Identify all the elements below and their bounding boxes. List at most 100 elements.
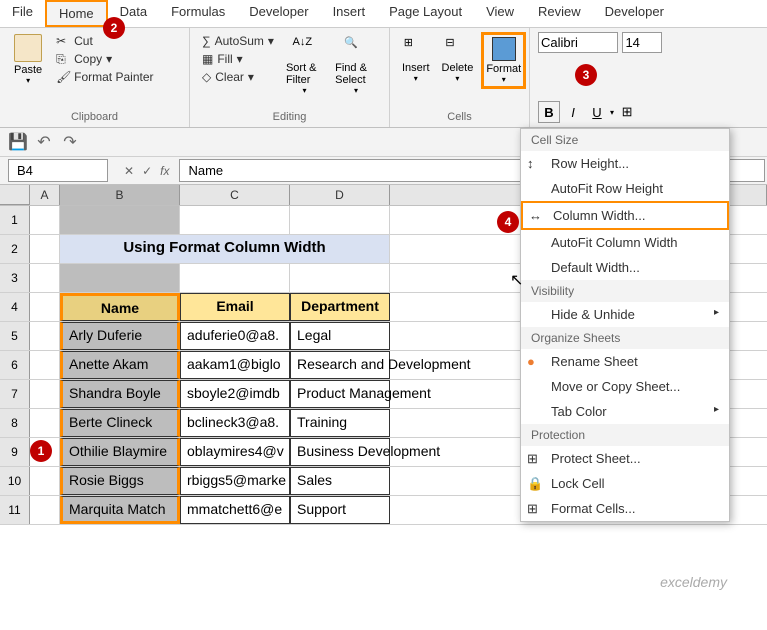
row-header[interactable]: 5 (0, 322, 30, 350)
menu-column-width[interactable]: ↔Column Width... (521, 201, 729, 230)
fx-button[interactable]: fx (160, 164, 169, 178)
table-cell[interactable]: Rosie Biggs (60, 467, 180, 495)
shield-icon: ⊞ (527, 451, 543, 467)
tab-developer-2[interactable]: Developer (593, 0, 676, 27)
find-select-button[interactable]: 🔍 Find & Select▾ (331, 32, 381, 99)
title-cell[interactable]: Using Format Column Width (60, 235, 390, 263)
format-painter-button[interactable]: 🖌Format Painter (52, 68, 157, 86)
tab-review[interactable]: Review (526, 0, 593, 27)
table-cell[interactable]: Anette Akam (60, 351, 180, 379)
fill-button[interactable]: ▦ Fill ▾ (198, 50, 278, 68)
table-cell[interactable]: rbiggs5@marke (180, 467, 290, 495)
ribbon: Paste ▾ ✂Cut ⎘Copy ▾ 🖌Format Painter Cli… (0, 28, 767, 128)
menu-rename-sheet[interactable]: ●Rename Sheet (521, 349, 729, 374)
table-cell[interactable]: Research and Development (290, 351, 390, 379)
table-header[interactable]: Name (60, 293, 180, 321)
border-button[interactable]: ⊞ (616, 101, 638, 123)
table-cell[interactable]: Shandra Boyle (60, 380, 180, 408)
font-name-select[interactable] (538, 32, 618, 53)
clear-button[interactable]: ◇ Clear ▾ (198, 68, 278, 86)
callout-badge-2: 2 (103, 17, 125, 39)
save-button[interactable]: 💾 (8, 132, 28, 152)
table-cell[interactable]: sboyle2@imdb (180, 380, 290, 408)
sort-filter-button[interactable]: A↓Z Sort & Filter▾ (282, 32, 327, 99)
menu-tab-color[interactable]: Tab Color▸ (521, 399, 729, 424)
font-size-select[interactable] (622, 32, 662, 53)
table-cell[interactable]: oblaymires4@v (180, 438, 290, 466)
tab-file[interactable]: File (0, 0, 45, 27)
table-cell[interactable]: Sales (290, 467, 390, 495)
format-cells-button[interactable]: Format▾ (481, 32, 526, 89)
col-header-b[interactable]: B (60, 185, 180, 205)
enter-fx[interactable]: ✓ (142, 164, 152, 178)
row-header[interactable]: 7 (0, 380, 30, 408)
table-cell[interactable]: Marquita Match (60, 496, 180, 524)
menu-default-width[interactable]: Default Width... (521, 255, 729, 280)
autosum-button[interactable]: ∑ AutoSum ▾ (198, 32, 278, 50)
row-header[interactable]: 8 (0, 409, 30, 437)
menu-move-copy[interactable]: Move or Copy Sheet... (521, 374, 729, 399)
menu-protect-sheet[interactable]: ⊞Protect Sheet... (521, 446, 729, 471)
table-cell[interactable]: mmatchett6@e (180, 496, 290, 524)
row-header[interactable]: 10 (0, 467, 30, 495)
paste-button[interactable]: Paste ▾ (8, 32, 48, 87)
delete-cells-button[interactable]: ⊟Delete▾ (438, 32, 478, 89)
table-cell[interactable]: Support (290, 496, 390, 524)
menu-hide-unhide[interactable]: Hide & Unhide▸ (521, 302, 729, 327)
tab-home[interactable]: Home (45, 0, 108, 27)
menu-lock-cell[interactable]: 🔒Lock Cell (521, 471, 729, 496)
table-cell[interactable]: aakam1@biglo (180, 351, 290, 379)
clipboard-label: Clipboard (8, 111, 181, 123)
callout-badge-3: 3 (575, 64, 597, 86)
table-cell[interactable]: Training (290, 409, 390, 437)
row-header[interactable]: 1 (0, 206, 30, 234)
row-height-icon: ↕ (527, 156, 543, 172)
insert-cells-button[interactable]: ⊞Insert▾ (398, 32, 434, 89)
table-cell[interactable]: aduferie0@a8. (180, 322, 290, 350)
sigma-icon: ∑ (202, 34, 211, 48)
undo-button[interactable]: ↶ (34, 132, 54, 152)
table-cell[interactable]: Legal (290, 322, 390, 350)
menu-autofit-row[interactable]: AutoFit Row Height (521, 176, 729, 201)
tab-page-layout[interactable]: Page Layout (377, 0, 474, 27)
row-header[interactable]: 11 (0, 496, 30, 524)
menu-autofit-col[interactable]: AutoFit Column Width (521, 230, 729, 255)
tab-insert[interactable]: Insert (321, 0, 378, 27)
select-all-corner[interactable] (0, 185, 30, 205)
col-header-d[interactable]: D (290, 185, 390, 205)
tab-developer[interactable]: Developer (237, 0, 320, 27)
row-header[interactable]: 4 (0, 293, 30, 321)
redo-button[interactable]: ↷ (60, 132, 80, 152)
table-header[interactable]: Department (290, 293, 390, 321)
table-cell[interactable]: bclineck3@a8. (180, 409, 290, 437)
row-header[interactable]: 9 (0, 438, 30, 466)
col-header-a[interactable]: A (30, 185, 60, 205)
insert-icon: ⊞ (404, 36, 428, 60)
table-cell[interactable]: Product Management (290, 380, 390, 408)
find-icon: 🔍 (344, 36, 368, 60)
table-header[interactable]: Email (180, 293, 290, 321)
table-cell[interactable]: Business Development (290, 438, 390, 466)
table-cell[interactable]: Othilie Blaymire (60, 438, 180, 466)
tab-view[interactable]: View (474, 0, 526, 27)
table-cell[interactable]: Berte Clineck (60, 409, 180, 437)
dot-icon: ● (527, 354, 543, 370)
sort-icon: A↓Z (293, 36, 317, 60)
cancel-fx[interactable]: ✕ (124, 164, 134, 178)
menu-section-visibility: Visibility (521, 280, 729, 302)
row-header[interactable]: 3 (0, 264, 30, 292)
col-header-c[interactable]: C (180, 185, 290, 205)
menu-section-cellsize: Cell Size (521, 129, 729, 151)
menu-row-height[interactable]: ↕Row Height... (521, 151, 729, 176)
copy-button[interactable]: ⎘Copy ▾ (52, 50, 157, 68)
name-box[interactable] (8, 159, 108, 182)
table-cell[interactable]: Arly Duferie (60, 322, 180, 350)
underline-button[interactable]: U (586, 101, 608, 123)
row-header[interactable]: 6 (0, 351, 30, 379)
bold-button[interactable]: B (538, 101, 560, 123)
brush-icon: 🖌 (56, 70, 70, 84)
menu-format-cells[interactable]: ⊞Format Cells... (521, 496, 729, 521)
row-header[interactable]: 2 (0, 235, 30, 263)
italic-button[interactable]: I (562, 101, 584, 123)
tab-formulas[interactable]: Formulas (159, 0, 237, 27)
